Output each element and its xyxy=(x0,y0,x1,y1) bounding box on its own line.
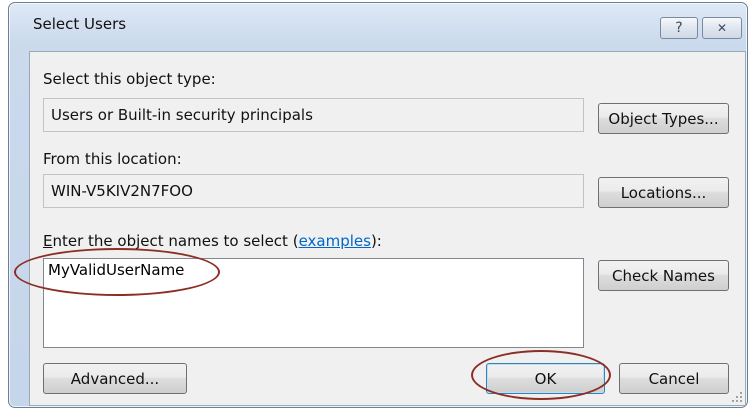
locations-button-label: Locations... xyxy=(620,183,707,202)
window-title: Select Users xyxy=(33,15,127,33)
cancel-button[interactable]: Cancel xyxy=(619,363,729,394)
object-names-label: Enter the object names to select (exampl… xyxy=(43,232,382,250)
advanced-button-label: Advanced... xyxy=(70,369,160,388)
select-users-dialog: Select Users ? ✕ Select this object type… xyxy=(8,2,748,408)
cancel-button-label: Cancel xyxy=(648,369,700,388)
object-names-label-end: ): xyxy=(370,232,382,250)
help-icon: ? xyxy=(675,20,683,36)
object-type-value: Users or Built-in security principals xyxy=(51,106,313,124)
title-bar[interactable]: Select Users ? ✕ xyxy=(9,3,747,43)
check-names-button[interactable]: Check Names xyxy=(598,260,729,291)
object-types-button[interactable]: Object Types... xyxy=(598,103,729,134)
help-button[interactable]: ? xyxy=(660,17,698,39)
object-names-input[interactable]: MyValidUserName xyxy=(43,258,584,348)
object-names-value: MyValidUserName xyxy=(48,261,185,279)
location-label: From this location: xyxy=(43,150,182,168)
ok-button[interactable]: OK xyxy=(486,363,605,394)
object-type-field: Users or Built-in security principals xyxy=(43,98,584,132)
object-types-button-label: Object Types... xyxy=(608,109,719,128)
locations-button[interactable]: Locations... xyxy=(598,177,729,208)
close-button[interactable]: ✕ xyxy=(702,17,742,39)
advanced-button[interactable]: Advanced... xyxy=(43,363,187,394)
examples-link[interactable]: examples xyxy=(299,232,371,250)
resize-grip-icon[interactable] xyxy=(731,391,743,403)
check-names-button-label: Check Names xyxy=(612,266,715,285)
location-value: WIN-V5KIV2N7FOO xyxy=(51,182,193,200)
ok-button-label: OK xyxy=(534,369,557,388)
object-type-label: Select this object type: xyxy=(43,70,216,88)
location-field: WIN-V5KIV2N7FOO xyxy=(43,174,584,208)
dialog-body: Select this object type: Users or Built-… xyxy=(29,51,746,406)
close-icon: ✕ xyxy=(716,21,728,35)
object-names-label-text: nter the object names to select ( xyxy=(52,232,299,250)
